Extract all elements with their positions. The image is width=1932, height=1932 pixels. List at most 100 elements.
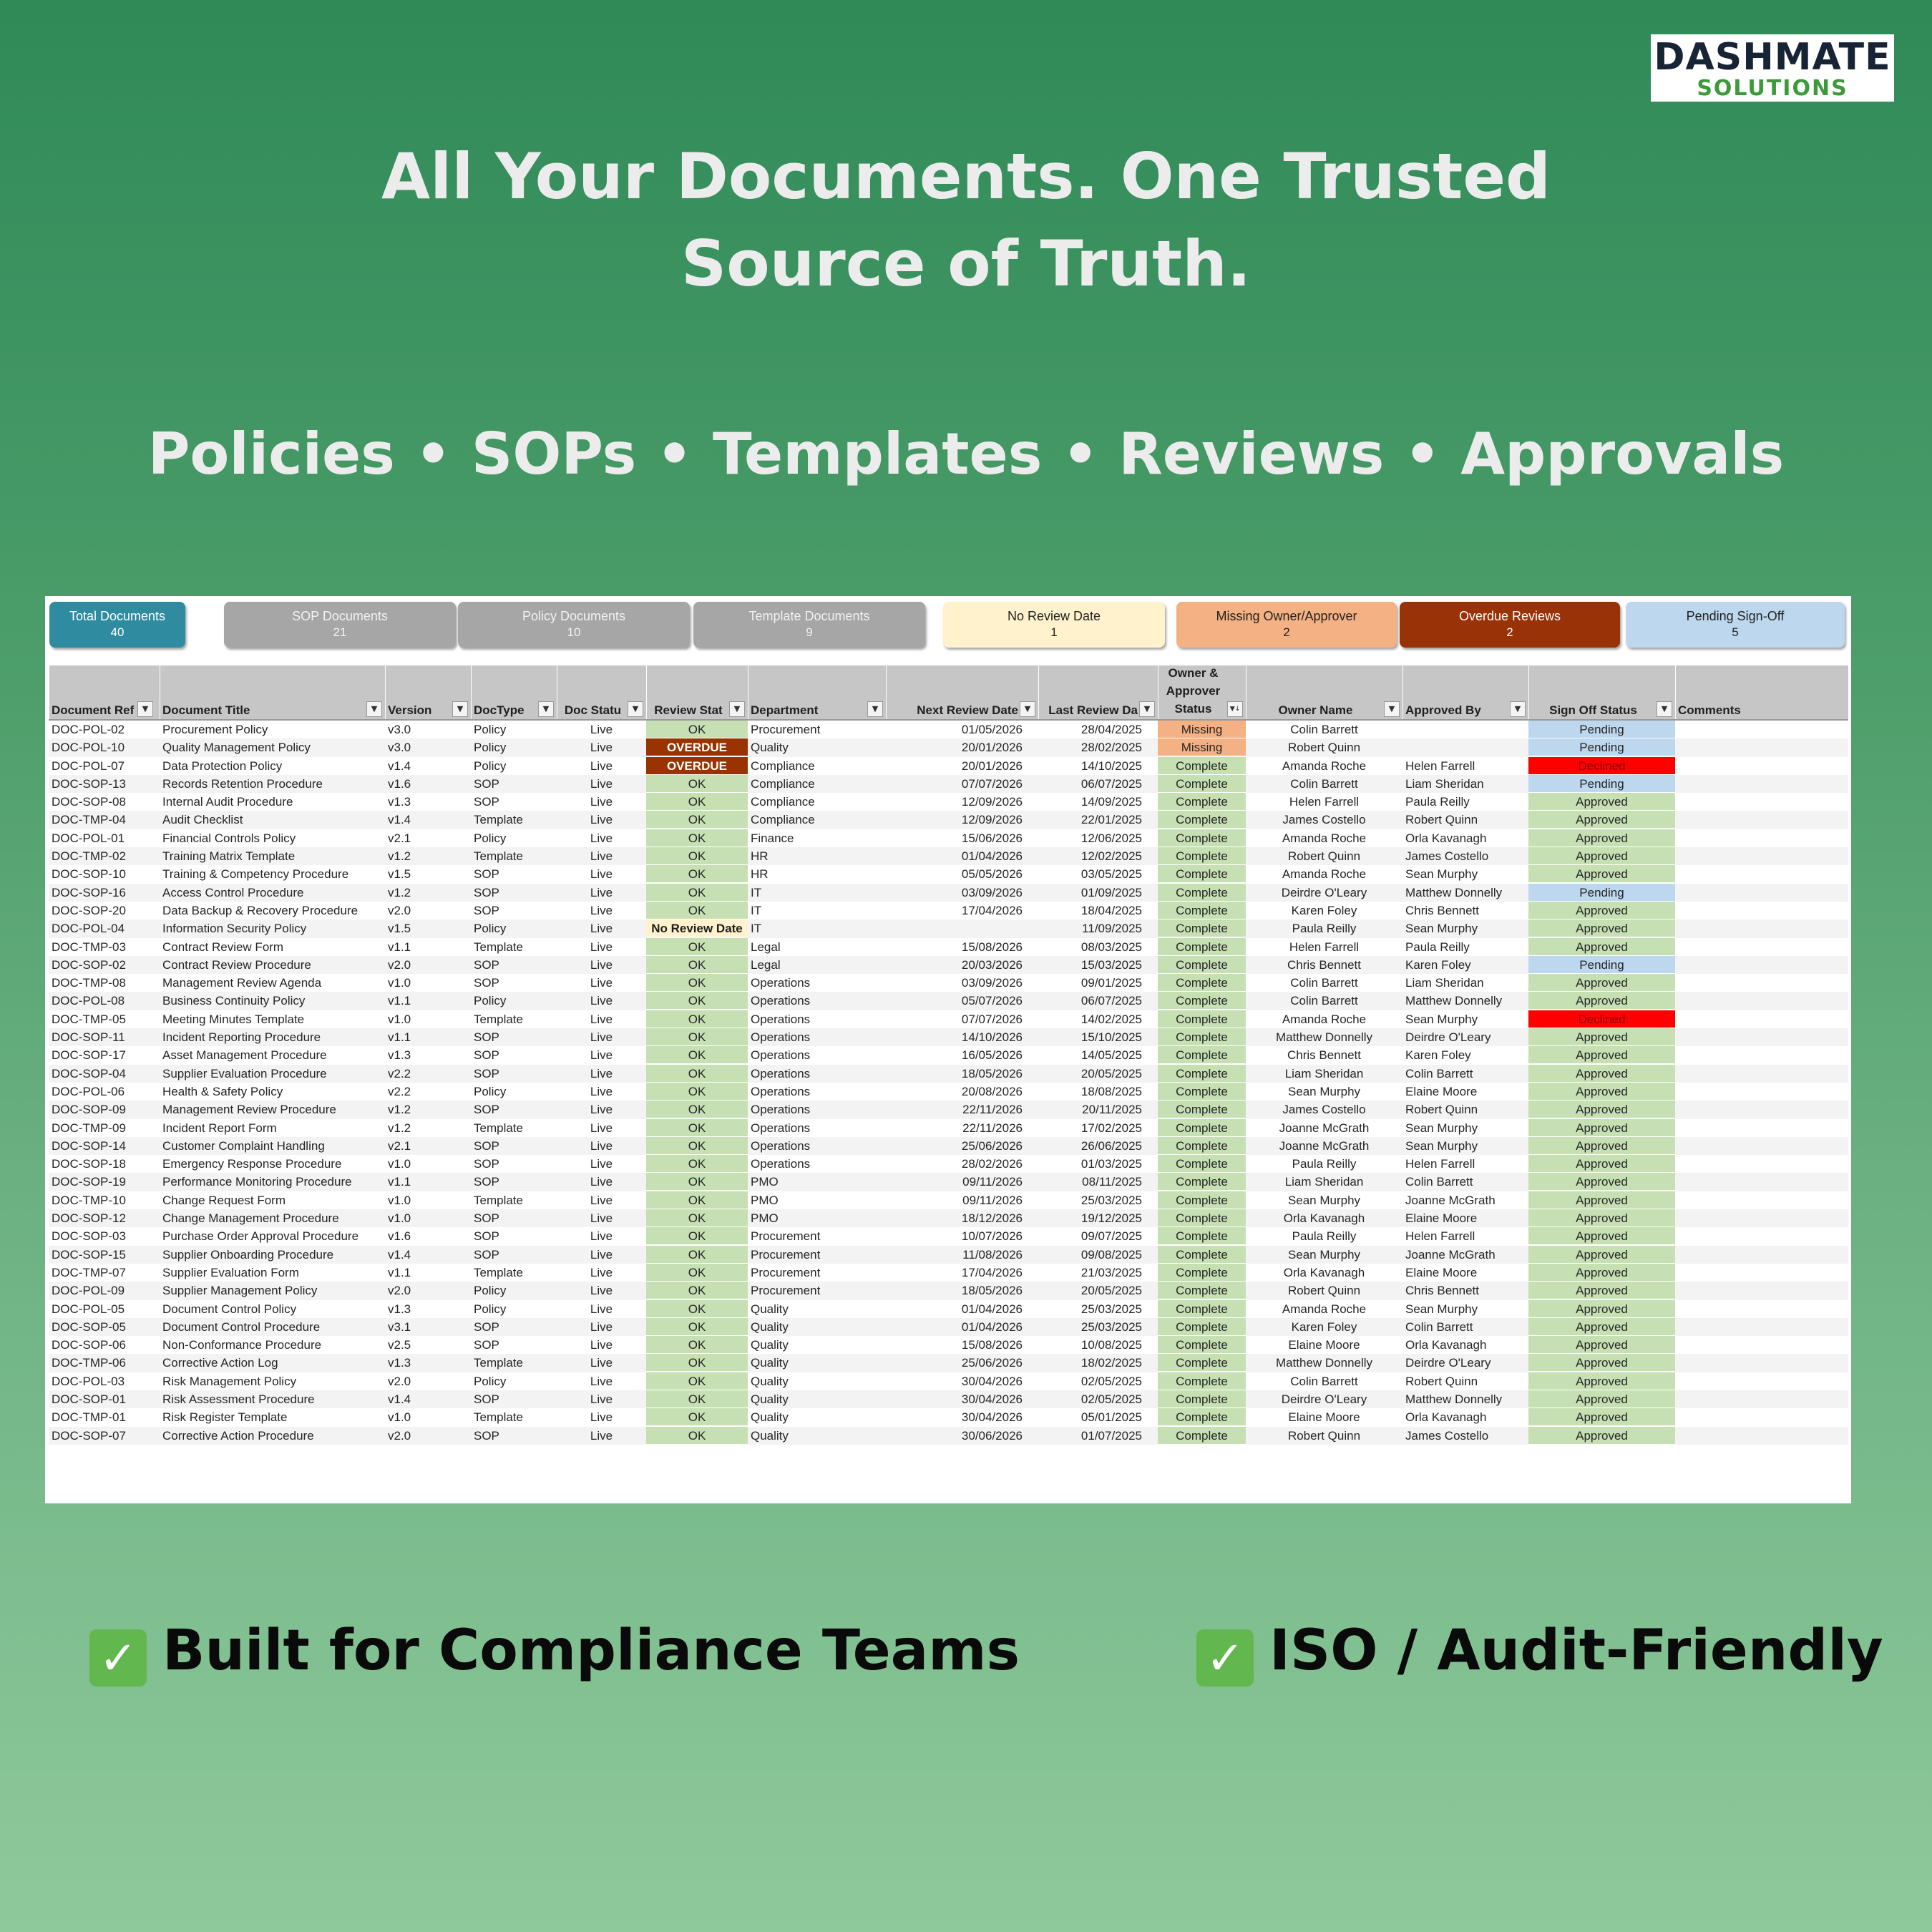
table-row[interactable]: DOC-SOP-17 Asset Management Procedure v1.3… <box>49 1046 1848 1065</box>
cell-sign-off-status: Declined <box>1528 1010 1675 1028</box>
table-row[interactable]: DOC-TMP-02 Training Matrix Template v1.2 Te… <box>49 847 1848 866</box>
column-header-doc-statu[interactable]: Doc Statu <box>560 703 626 718</box>
table-row[interactable]: DOC-POL-01 Financial Controls Policy v2.1 P… <box>49 829 1848 847</box>
filter-dropdown-icon[interactable]: ▼ <box>1139 701 1155 717</box>
cell-sign-off-status: Pending <box>1528 883 1675 902</box>
cell-owner-approver-status: Complete <box>1158 1317 1246 1336</box>
table-row[interactable]: DOC-SOP-08 Internal Audit Procedure v1.3 SO… <box>49 793 1848 811</box>
cell-sign-off-status: Approved <box>1528 1046 1675 1065</box>
table-row[interactable]: DOC-TMP-07 Supplier Evaluation Form v1.1 Te… <box>49 1263 1848 1282</box>
column-header-comments[interactable]: Comments <box>1678 703 1845 718</box>
table-row[interactable]: DOC-POL-07 Data Protection Policy v1.4 Poli… <box>49 756 1848 775</box>
cell-version: v1.1 <box>388 940 411 954</box>
table-row[interactable]: DOC-TMP-08 Management Review Agenda v1.0 SO… <box>49 974 1848 992</box>
cell-version: v1.4 <box>388 1247 411 1262</box>
table-row[interactable]: DOC-POL-10 Quality Management Policy v3.0 P… <box>49 738 1848 757</box>
table-row[interactable]: DOC-SOP-09 Management Review Procedure v1.… <box>49 1101 1848 1119</box>
cell-department: IT <box>751 922 762 936</box>
column-header-sign-off-status[interactable]: Sign Off Status <box>1531 703 1655 718</box>
table-row[interactable]: DOC-TMP-10 Change Request Form v1.0 Templat… <box>49 1191 1848 1209</box>
cell-last-review-da: 14/09/2025 <box>1080 795 1142 809</box>
kpi-card-sop-documents[interactable]: SOP Documents 21 <box>224 602 456 648</box>
cell-owner-name: Robert Quinn <box>1287 1284 1361 1298</box>
table-row[interactable]: DOC-SOP-07 Corrective Action Procedure v2.… <box>49 1426 1848 1445</box>
filter-dropdown-icon[interactable]: ▼ <box>1510 701 1526 717</box>
cell-owner-approver-status: Complete <box>1158 1354 1246 1372</box>
table-row[interactable]: DOC-TMP-04 Audit Checklist v1.4 Template Liv… <box>49 811 1848 829</box>
column-header-approved-by[interactable]: Approved By <box>1405 703 1508 718</box>
table-row[interactable]: DOC-POL-02 Procurement Policy v3.0 Policy Li… <box>49 721 1848 738</box>
table-row[interactable]: DOC-SOP-19 Performance Monitoring Procedu… <box>49 1173 1848 1191</box>
column-header-next-review-date[interactable]: Next Review Date <box>889 703 1018 718</box>
kpi-card-no-review-date[interactable]: No Review Date 1 <box>943 602 1165 648</box>
table-row[interactable]: DOC-SOP-12 Change Management Procedure v1.… <box>49 1209 1848 1228</box>
kpi-card-template-documents[interactable]: Template Documents 9 <box>693 602 925 648</box>
column-header-department[interactable]: Department <box>751 703 866 718</box>
table-row[interactable]: DOC-SOP-10 Training & Competency Procedur… <box>49 865 1848 884</box>
kpi-card-pending-sign-off[interactable]: Pending Sign-Off 5 <box>1626 602 1845 648</box>
filter-dropdown-icon[interactable]: ▼ <box>867 701 883 717</box>
table-row[interactable]: DOC-POL-03 Risk Management Policy v2.0 Poli… <box>49 1372 1848 1390</box>
table-row[interactable]: DOC-TMP-01 Risk Register Template v1.0 Temp… <box>49 1408 1848 1427</box>
table-row[interactable]: DOC-SOP-15 Supplier Onboarding Procedure v… <box>49 1245 1848 1264</box>
table-row[interactable]: DOC-SOP-20 Data Backup & Recovery Procedu… <box>49 901 1848 919</box>
table-row[interactable]: DOC-SOP-06 Non-Conformance Procedure v2.5 S… <box>49 1336 1848 1355</box>
cell-owner-name: Karen Foley <box>1291 1319 1357 1334</box>
cell-approved-by: Sean Murphy <box>1405 867 1478 882</box>
table-row[interactable]: DOC-TMP-06 Corrective Action Log v1.3 Templ… <box>49 1354 1848 1372</box>
column-header-document-ref[interactable]: Document Ref <box>52 703 136 718</box>
column-header-version[interactable]: Version <box>388 703 451 718</box>
table-row[interactable]: DOC-TMP-09 Incident Report Form v1.2 Templa… <box>49 1118 1848 1137</box>
cell-next-review-date: 01/05/2026 <box>961 723 1023 736</box>
table-row[interactable]: DOC-TMP-03 Contract Review Form v1.1 Templa… <box>49 937 1848 956</box>
filter-dropdown-icon[interactable]: ▼ <box>1020 701 1035 717</box>
table-row[interactable]: DOC-SOP-05 Document Control Procedure v3.1… <box>49 1317 1848 1337</box>
filter-dropdown-icon[interactable]: ▼ <box>137 701 153 717</box>
filter-dropdown-icon[interactable]: ▼ <box>538 701 554 717</box>
table-row[interactable]: DOC-POL-06 Health & Safety Policy v2.2 Poli… <box>49 1082 1848 1101</box>
kpi-card-policy-documents[interactable]: Policy Documents 10 <box>458 602 690 648</box>
kpi-card-total-documents[interactable]: Total Documents 40 <box>49 602 185 648</box>
cell-doc-statu: Live <box>590 1066 613 1080</box>
cell-approved-by: Chris Bennett <box>1405 903 1479 917</box>
kpi-card-overdue-reviews[interactable]: Overdue Reviews 2 <box>1400 602 1620 648</box>
cell-review-stat: OK <box>646 1408 748 1427</box>
cell-doctype: SOP <box>474 1175 499 1189</box>
table-row[interactable]: DOC-SOP-04 Supplier Evaluation Procedure v… <box>49 1064 1848 1083</box>
column-header-review-stat[interactable]: Review Stat <box>649 703 728 718</box>
filter-dropdown-icon[interactable]: ▼ <box>452 701 468 717</box>
cell-last-review-da: 25/03/2025 <box>1080 1302 1142 1316</box>
filter-dropdown-icon[interactable]: ▼ <box>1384 701 1400 717</box>
table-row[interactable]: DOC-POL-08 Business Continuity Policy v1.1… <box>49 992 1848 1010</box>
table-row[interactable]: DOC-SOP-01 Risk Assessment Procedure v1.4 S… <box>49 1390 1848 1409</box>
cell-doc-statu: Live <box>590 1302 613 1316</box>
table-row[interactable]: DOC-SOP-03 Purchase Order Approval Proced… <box>49 1227 1848 1246</box>
column-header-document-title[interactable]: Document Title <box>162 703 365 718</box>
cell-version: v1.0 <box>388 1012 411 1026</box>
filter-dropdown-icon[interactable]: ▼ <box>729 701 745 717</box>
kpi-card-missing-owner-approver[interactable]: Missing Owner/Approver 2 <box>1176 602 1397 648</box>
filter-dropdown-icon[interactable]: ▼↓ <box>1227 701 1243 717</box>
cell-owner-name: Chris Bennett <box>1287 1048 1361 1063</box>
table-row[interactable]: DOC-SOP-13 Records Retention Procedure v1.… <box>49 774 1848 794</box>
cell-sign-off-status: Approved <box>1528 901 1675 919</box>
table-row[interactable]: DOC-TMP-05 Meeting Minutes Template v1.0 Te… <box>49 1010 1848 1028</box>
cell-last-review-da: 15/10/2025 <box>1080 1030 1142 1045</box>
column-header-owner-name[interactable]: Owner Name <box>1249 703 1382 718</box>
table-row[interactable]: DOC-SOP-16 Access Control Procedure v1.2 SO… <box>49 883 1848 902</box>
filter-dropdown-icon[interactable]: ▼ <box>628 701 643 717</box>
filter-dropdown-icon[interactable]: ▼ <box>366 701 382 717</box>
table-row[interactable]: DOC-SOP-18 Emergency Response Procedure v1… <box>49 1155 1848 1174</box>
table-row[interactable]: DOC-POL-05 Document Control Policy v1.3 Pol… <box>49 1299 1848 1318</box>
table-row[interactable]: DOC-SOP-11 Incident Reporting Procedure v1… <box>49 1028 1848 1047</box>
column-header-last-review-da[interactable]: Last Review Da <box>1041 703 1138 718</box>
table-row[interactable]: DOC-POL-04 Information Security Policy v1.… <box>49 919 1848 938</box>
table-row[interactable]: DOC-POL-09 Supplier Management Policy v2.0… <box>49 1282 1848 1300</box>
filter-dropdown-icon[interactable]: ▼ <box>1657 701 1672 717</box>
column-header-owner-approver-status[interactable]: Owner & Approver Status <box>1161 664 1226 718</box>
table-row[interactable]: DOC-SOP-02 Contract Review Procedure v2.0 S… <box>49 955 1848 975</box>
cell-owner-approver-status: Complete <box>1158 1118 1246 1137</box>
column-header-doctype[interactable]: DocType <box>474 703 537 718</box>
table-row[interactable]: DOC-SOP-14 Customer Complaint Handling v2.… <box>49 1136 1848 1156</box>
cell-owner-name: James Costello <box>1282 1103 1366 1117</box>
